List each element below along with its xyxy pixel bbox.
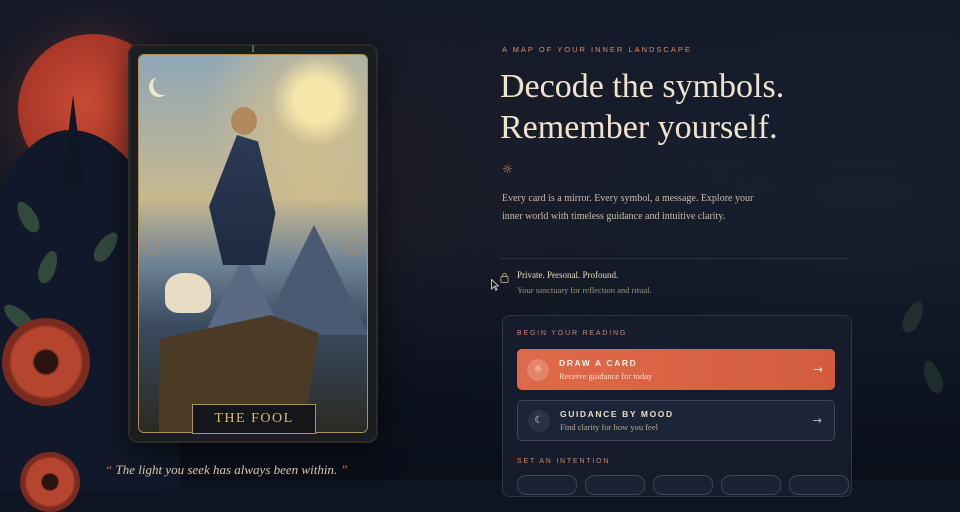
- dog-illustration: [165, 273, 211, 313]
- guidance-by-mood-text: GUIDANCE BY MOOD Find clarity for how yo…: [560, 409, 813, 432]
- hero-title: Decode the symbols. Remember yourself.: [500, 66, 920, 148]
- intention-label: SET AN INTENTION: [517, 458, 611, 465]
- intention-chip[interactable]: [653, 475, 713, 495]
- sparkle-icon: ☼: [502, 162, 513, 176]
- fool-head: [231, 107, 257, 135]
- quote-close-mark: ”: [340, 462, 348, 477]
- divider: [500, 258, 850, 259]
- card-name: THE FOOL: [214, 411, 294, 426]
- sun-emblem-icon: [144, 238, 160, 254]
- hero-description: Every card is a mirror. Every symbol, a …: [502, 193, 754, 222]
- privacy-subtitle: Your sanctuary for reflection and ritual…: [517, 285, 652, 295]
- hero-title-line1: Decode the symbols.: [500, 68, 785, 105]
- mouse-cursor-icon: [491, 279, 499, 291]
- guidance-by-mood-button[interactable]: ☾ GUIDANCE BY MOOD Find clarity for how …: [517, 400, 835, 441]
- draw-card-subtitle: Receive guidance for today: [559, 371, 653, 381]
- guidance-by-mood-title: GUIDANCE BY MOOD: [560, 409, 674, 419]
- draw-card-title: DRAW A CARD: [559, 358, 638, 368]
- arrow-right-icon: →: [812, 414, 822, 427]
- red-flower-illustration: [2, 318, 90, 406]
- red-flower-illustration: [20, 452, 80, 512]
- reading-panel-label: BEGIN YOUR READING: [517, 330, 628, 337]
- draw-card-text: DRAW A CARD Receive guidance for today: [559, 358, 814, 381]
- guidance-by-mood-subtitle: Find clarity for how you feel: [560, 422, 658, 432]
- hero-title-line2: Remember yourself.: [500, 109, 778, 146]
- moon-icon: ☾: [528, 409, 550, 432]
- reading-panel: BEGIN YOUR READING ☼ DRAW A CARD Receive…: [502, 315, 852, 497]
- intention-chip[interactable]: [585, 475, 645, 495]
- privacy-text: Private. Personal. Profound. Your sanctu…: [517, 270, 652, 295]
- lock-icon: [500, 273, 509, 283]
- arrow-right-icon: →: [813, 363, 823, 376]
- crescent-moon-icon: [153, 75, 173, 95]
- quote-text: The light you seek has always been withi…: [112, 462, 341, 477]
- privacy-title: Private. Personal. Profound.: [517, 270, 619, 280]
- intention-chip[interactable]: [721, 475, 781, 495]
- privacy-note: Private. Personal. Profound. Your sanctu…: [500, 270, 652, 295]
- hero-kicker: A MAP OF YOUR INNER LANDSCAPE: [502, 45, 692, 54]
- sun-emblem-icon: [346, 238, 362, 254]
- card-name-plate: THE FOOL: [192, 404, 316, 434]
- card-frame: [138, 54, 368, 433]
- draw-card-button[interactable]: ☼ DRAW A CARD Receive guidance for today…: [517, 349, 835, 390]
- inspirational-quote: “ The light you seek has always been wit…: [105, 462, 348, 478]
- intention-chip[interactable]: [789, 475, 849, 495]
- intention-options: [517, 475, 849, 495]
- card-numeral: I: [251, 44, 255, 54]
- intention-chip[interactable]: [517, 475, 577, 495]
- tarot-card: I THE FOOL: [128, 44, 378, 443]
- sun-icon: ☼: [527, 358, 549, 381]
